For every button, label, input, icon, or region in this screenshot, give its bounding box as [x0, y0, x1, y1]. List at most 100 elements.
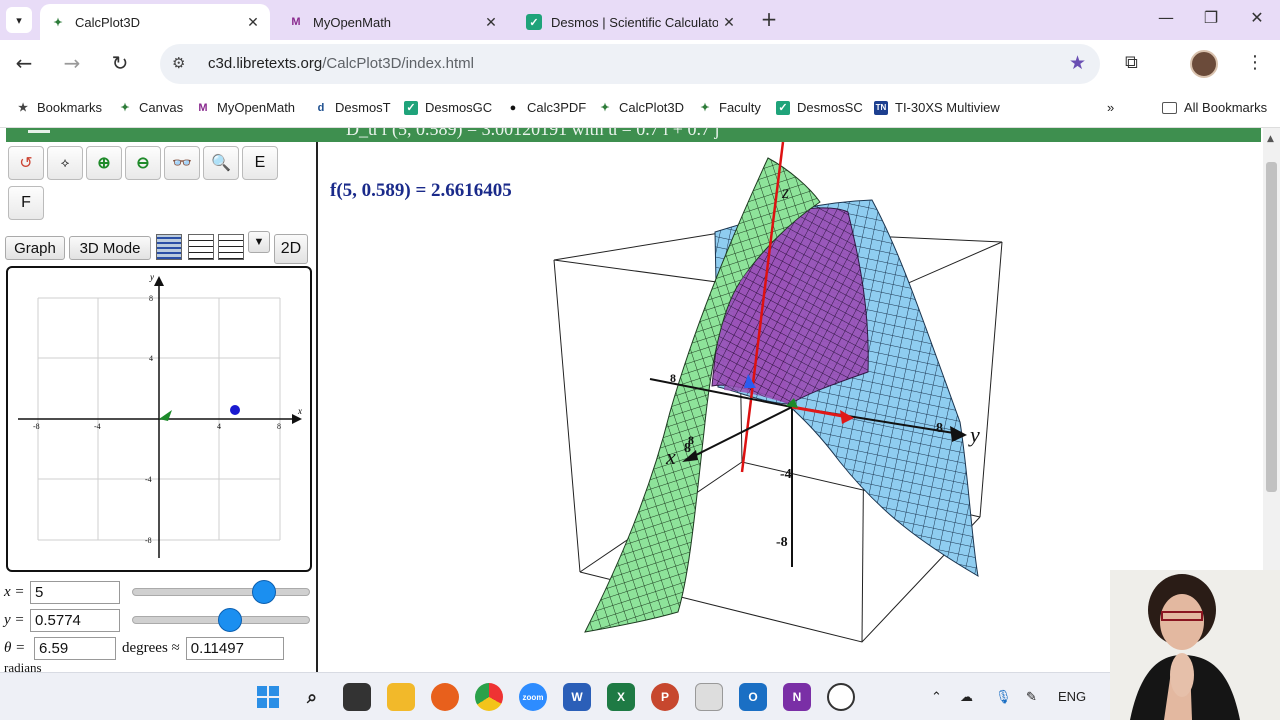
canvas-icon: ✦	[120, 101, 130, 114]
new-tab-button[interactable]: +	[758, 9, 780, 31]
tray-overflow-icon[interactable]: ⌃	[931, 689, 942, 705]
powerpoint-icon[interactable]: P	[651, 683, 679, 711]
magnifier-icon: 🔍	[211, 155, 231, 172]
theta-radians-input[interactable]: 0.11497	[185, 636, 284, 660]
file-explorer-icon[interactable]	[387, 683, 415, 711]
bookmark-desmost[interactable]: d DesmosT	[314, 100, 391, 115]
forward-arrow-icon[interactable]: →	[60, 52, 84, 76]
snipping-tool-icon[interactable]	[695, 683, 723, 711]
left-panel: ↺ ⟡ ⊕ ⊖ 👓 🔍 E F Graph 3D Mode ▼ 2D x y -…	[0, 142, 318, 672]
windows-start-icon[interactable]	[254, 683, 282, 711]
zoom-out-button[interactable]: ⊖	[125, 146, 161, 180]
myopenmath-icon: M	[198, 101, 208, 114]
2d-domain-graph[interactable]: x y -8 -4 4 8 8 4 -4 -8	[6, 266, 312, 572]
zoom-icon[interactable]: zoom	[519, 683, 547, 711]
3d-glasses-button[interactable]: 👓	[164, 146, 200, 180]
x-control-row: x = 5	[4, 580, 120, 604]
webcam-overlay	[1110, 570, 1280, 720]
theta-variable-label: θ =	[4, 639, 26, 656]
reload-icon[interactable]: ↻	[108, 52, 132, 76]
tab-calcplot3d[interactable]: ✦ CalcPlot3D ✕	[40, 4, 270, 40]
y-axis-label: y	[149, 272, 154, 282]
task-view-icon[interactable]	[343, 683, 371, 711]
f-button[interactable]: F	[8, 186, 44, 220]
zoom-in-button[interactable]: ⊕	[86, 146, 122, 180]
address-bar[interactable]: ⚙ c3d.libretexts.org/CalcPlot3D/index.ht…	[160, 44, 1100, 84]
f-label: F	[21, 194, 31, 211]
bookmark-star-icon[interactable]: ★	[1069, 52, 1086, 74]
chrome-icon[interactable]	[475, 683, 503, 711]
bookmark-calc3pdf[interactable]: ● Calc3PDF	[506, 100, 587, 115]
calcplot3d-icon: ✦	[600, 101, 610, 114]
2d-button[interactable]: 2D	[274, 234, 308, 264]
bookmark-canvas[interactable]: ✦ Canvas	[118, 100, 183, 115]
all-bookmarks-button[interactable]: All Bookmarks	[1162, 100, 1267, 115]
firefox-icon[interactable]	[431, 683, 459, 711]
theta-degrees-input[interactable]: 6.59	[34, 636, 116, 660]
y-tick-label: -4	[145, 475, 152, 484]
reset-icon: ↺	[19, 155, 33, 172]
bookmarks-overflow-button[interactable]: »	[1107, 100, 1114, 115]
close-tab-icon[interactable]: ✕	[480, 14, 502, 31]
browser-menu-icon[interactable]: ⋮	[1246, 52, 1264, 73]
bookmark-bookmarks[interactable]: ★ Bookmarks	[16, 100, 102, 115]
grid-filled-icon[interactable]	[156, 234, 182, 260]
close-tab-icon[interactable]: ✕	[242, 14, 264, 31]
grid-dropdown-button[interactable]: ▼	[248, 231, 270, 253]
radians-row: radians	[4, 660, 42, 672]
scrollbar-thumb[interactable]	[1266, 162, 1277, 492]
pen-icon[interactable]: ✎	[1026, 689, 1037, 705]
tab-search-dropdown[interactable]: ▾	[6, 7, 32, 33]
obs-icon[interactable]	[827, 683, 855, 711]
point-marker[interactable]	[230, 405, 240, 415]
3d-mode-button[interactable]: 3D Mode	[69, 236, 151, 260]
scroll-up-icon[interactable]: ▲	[1267, 134, 1274, 144]
outlook-icon[interactable]: O	[739, 683, 767, 711]
minimize-icon[interactable]: —	[1154, 8, 1178, 27]
graph-button[interactable]: Graph	[5, 236, 65, 260]
close-tab-icon[interactable]: ✕	[718, 14, 740, 31]
url-text[interactable]: c3d.libretexts.org/CalcPlot3D/index.html	[208, 55, 474, 72]
bookmark-ti30xs[interactable]: TN TI-30XS Multiview	[874, 100, 1000, 115]
grid-axes-icon[interactable]	[218, 234, 244, 260]
onenote-icon[interactable]: N	[783, 683, 811, 711]
extensions-puzzle-icon[interactable]: ⧉	[1125, 52, 1138, 73]
menu-icon[interactable]	[28, 130, 50, 133]
bookmark-myopenmath[interactable]: M MyOpenMath	[196, 100, 295, 115]
x-value-input[interactable]: 5	[30, 580, 120, 604]
x-slider[interactable]	[132, 580, 310, 604]
grid-lines-icon[interactable]	[188, 234, 214, 260]
search-icon[interactable]: ⌕	[298, 683, 326, 711]
bookmark-faculty[interactable]: ✦ Faculty	[698, 100, 761, 115]
z-axis-3d-label: z	[781, 182, 789, 202]
axes-icon: ⟡	[60, 155, 70, 170]
e-button[interactable]: E	[242, 146, 278, 180]
reset-view-button[interactable]: ↺	[8, 146, 44, 180]
desmos-favicon-icon: ✓	[526, 14, 542, 30]
language-indicator[interactable]: ENG	[1058, 689, 1086, 704]
excel-icon[interactable]: X	[607, 683, 635, 711]
tick-label: 8	[670, 371, 676, 385]
word-icon[interactable]: W	[563, 683, 591, 711]
restore-icon[interactable]: ❐	[1199, 8, 1223, 27]
back-arrow-icon[interactable]: ←	[12, 52, 36, 76]
axes-button[interactable]: ⟡	[47, 146, 83, 180]
x-slider-knob[interactable]	[251, 580, 276, 604]
site-info-icon[interactable]: ⚙	[172, 54, 185, 72]
tab-desmos[interactable]: ✓ Desmos | Scientific Calculator ✕	[516, 4, 746, 40]
tab-myopenmath[interactable]: M MyOpenMath ✕	[278, 4, 508, 40]
bookmark-desmossc[interactable]: ✓ DesmosSC	[776, 100, 863, 115]
y-slider[interactable]	[132, 608, 310, 632]
profile-avatar[interactable]	[1190, 50, 1218, 78]
onedrive-icon[interactable]: ☁	[960, 689, 973, 705]
magnify-button[interactable]: 🔍	[203, 146, 239, 180]
microphone-icon[interactable]: 🎙	[995, 689, 1012, 705]
y-tick-label: 4	[149, 354, 153, 363]
zoom-out-icon: ⊖	[136, 155, 150, 172]
bookmark-calcplot3d[interactable]: ✦ CalcPlot3D	[598, 100, 684, 115]
bookmark-desmosgc[interactable]: ✓ DesmosGC	[404, 100, 492, 115]
close-window-icon[interactable]: ✕	[1245, 8, 1269, 27]
y-slider-knob[interactable]	[217, 608, 242, 632]
y-value-input[interactable]: 0.5774	[30, 608, 120, 632]
myopenmath-favicon-icon: M	[291, 16, 301, 28]
